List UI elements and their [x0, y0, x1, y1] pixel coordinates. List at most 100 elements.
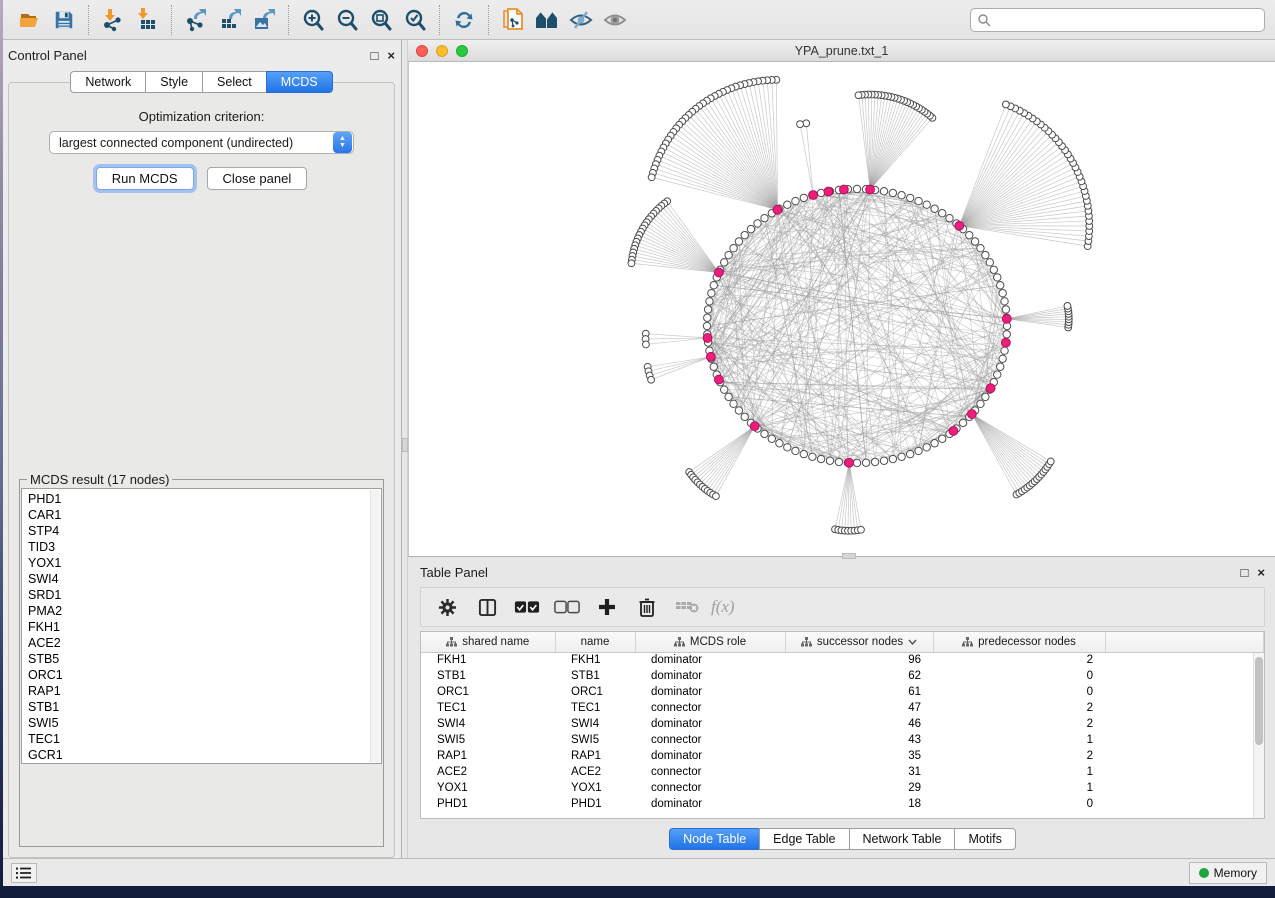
- network-node[interactable]: [703, 322, 710, 329]
- network-node[interactable]: [800, 194, 807, 201]
- network-node[interactable]: [889, 455, 896, 462]
- network-node[interactable]: [871, 458, 878, 465]
- mcds-result-item[interactable]: FKH1: [28, 619, 381, 635]
- tab-motifs[interactable]: Motifs: [954, 828, 1015, 850]
- mcds-result-item[interactable]: PMA2: [28, 603, 381, 619]
- minimize-window-icon[interactable]: [436, 45, 448, 57]
- network-node[interactable]: [880, 188, 887, 195]
- network-node[interactable]: [923, 201, 930, 208]
- zoom-in-button[interactable]: [296, 4, 330, 36]
- mcds-result-item[interactable]: ORC1: [28, 667, 381, 683]
- network-node[interactable]: [803, 120, 810, 127]
- column-header[interactable]: MCDS role: [635, 632, 785, 652]
- network-node[interactable]: [768, 435, 775, 442]
- network-node[interactable]: [713, 493, 720, 500]
- network-node[interactable]: [784, 444, 791, 451]
- mcds-hub-node[interactable]: [715, 268, 724, 277]
- mcds-result-item[interactable]: ACE2: [28, 635, 381, 651]
- network-node[interactable]: [648, 174, 655, 181]
- column-header[interactable]: name: [555, 632, 635, 652]
- network-node[interactable]: [800, 450, 807, 457]
- task-history-button[interactable]: [11, 863, 37, 883]
- network-node[interactable]: [862, 459, 869, 466]
- network-node[interactable]: [1047, 458, 1054, 465]
- mcds-hub-node[interactable]: [986, 384, 995, 393]
- mcds-hub-node[interactable]: [773, 205, 782, 214]
- network-node[interactable]: [999, 355, 1006, 362]
- table-row[interactable]: STB1STB1dominator620: [421, 668, 1264, 684]
- network-node[interactable]: [720, 259, 727, 266]
- network-node[interactable]: [931, 205, 938, 212]
- run-mcds-button[interactable]: Run MCDS: [96, 167, 194, 190]
- memory-button[interactable]: Memory: [1189, 862, 1267, 884]
- float-panel-icon[interactable]: □: [371, 49, 379, 62]
- table-row[interactable]: SWI5SWI5connector431: [421, 732, 1264, 748]
- network-node[interactable]: [853, 459, 860, 466]
- mcds-result-item[interactable]: STP4: [28, 523, 381, 539]
- export-image-button[interactable]: [247, 4, 281, 36]
- network-node[interactable]: [906, 450, 913, 457]
- function-builder-button[interactable]: f(x): [711, 597, 735, 617]
- network-node[interactable]: [761, 430, 768, 437]
- table-row[interactable]: FKH1FKH1dominator962: [421, 652, 1264, 668]
- network-node[interactable]: [997, 363, 1004, 370]
- mcds-hub-node[interactable]: [1001, 338, 1010, 347]
- table-row[interactable]: TEC1TEC1connector472: [421, 700, 1264, 716]
- zoom-out-button[interactable]: [330, 4, 364, 36]
- network-node[interactable]: [889, 189, 896, 196]
- mcds-hub-node[interactable]: [866, 185, 875, 194]
- network-node[interactable]: [999, 290, 1006, 297]
- tab-mcds[interactable]: MCDS: [266, 71, 333, 93]
- mcds-hub-node[interactable]: [845, 458, 854, 467]
- mcds-hub-node[interactable]: [824, 187, 833, 196]
- network-node[interactable]: [784, 201, 791, 208]
- import-table-button[interactable]: [130, 4, 164, 36]
- first-neighbors-button[interactable]: [530, 4, 564, 36]
- mcds-result-item[interactable]: RAP1: [28, 683, 381, 699]
- save-session-button[interactable]: [47, 4, 81, 36]
- mcds-result-item[interactable]: CAR1: [28, 507, 381, 523]
- search-input[interactable]: [970, 8, 1265, 32]
- network-node[interactable]: [708, 290, 715, 297]
- table-row[interactable]: RAP1RAP1dominator352: [421, 748, 1264, 764]
- column-header[interactable]: shared name: [421, 632, 555, 652]
- network-node[interactable]: [1001, 298, 1008, 305]
- network-node[interactable]: [971, 238, 978, 245]
- network-node[interactable]: [792, 447, 799, 454]
- mcds-result-item[interactable]: SWI4: [28, 571, 381, 587]
- export-network-button[interactable]: [179, 4, 213, 36]
- network-node[interactable]: [853, 185, 860, 192]
- table-row[interactable]: ACE2ACE2connector311: [421, 764, 1264, 780]
- close-window-icon[interactable]: [416, 45, 428, 57]
- network-node[interactable]: [915, 197, 922, 204]
- mcds-list-scrollbar[interactable]: [370, 490, 380, 762]
- network-node[interactable]: [986, 259, 993, 266]
- table-row[interactable]: PHD1PHD1dominator180: [421, 796, 1264, 812]
- network-node[interactable]: [648, 376, 655, 383]
- mcds-result-item[interactable]: GCR1: [28, 747, 381, 763]
- network-node[interactable]: [725, 393, 732, 400]
- column-settings-button[interactable]: [429, 591, 465, 623]
- table-scrollbar[interactable]: [1253, 653, 1264, 818]
- network-node[interactable]: [939, 210, 946, 217]
- mcds-result-list[interactable]: PHD1CAR1STP4TID3YOX1SWI4SRD1PMA2FKH1ACE2…: [21, 488, 382, 764]
- column-header[interactable]: successor nodes: [785, 632, 933, 652]
- network-node[interactable]: [741, 231, 748, 238]
- open-session-button[interactable]: [13, 4, 47, 36]
- network-node[interactable]: [817, 455, 824, 462]
- network-node[interactable]: [741, 413, 748, 420]
- network-node[interactable]: [710, 282, 717, 289]
- network-node[interactable]: [720, 386, 727, 393]
- tab-edge-table[interactable]: Edge Table: [759, 828, 848, 850]
- horizontal-splitter-handle[interactable]: [842, 553, 856, 559]
- network-node[interactable]: [704, 314, 711, 321]
- mcds-result-item[interactable]: PHD1: [28, 491, 381, 507]
- table-scrollbar-thumb[interactable]: [1255, 657, 1263, 745]
- network-node[interactable]: [725, 251, 732, 258]
- network-node[interactable]: [1003, 331, 1010, 338]
- network-node[interactable]: [747, 225, 754, 232]
- mcds-hub-node[interactable]: [715, 375, 724, 384]
- tab-network[interactable]: Network: [70, 71, 145, 93]
- network-node[interactable]: [977, 400, 984, 407]
- network-node[interactable]: [776, 440, 783, 447]
